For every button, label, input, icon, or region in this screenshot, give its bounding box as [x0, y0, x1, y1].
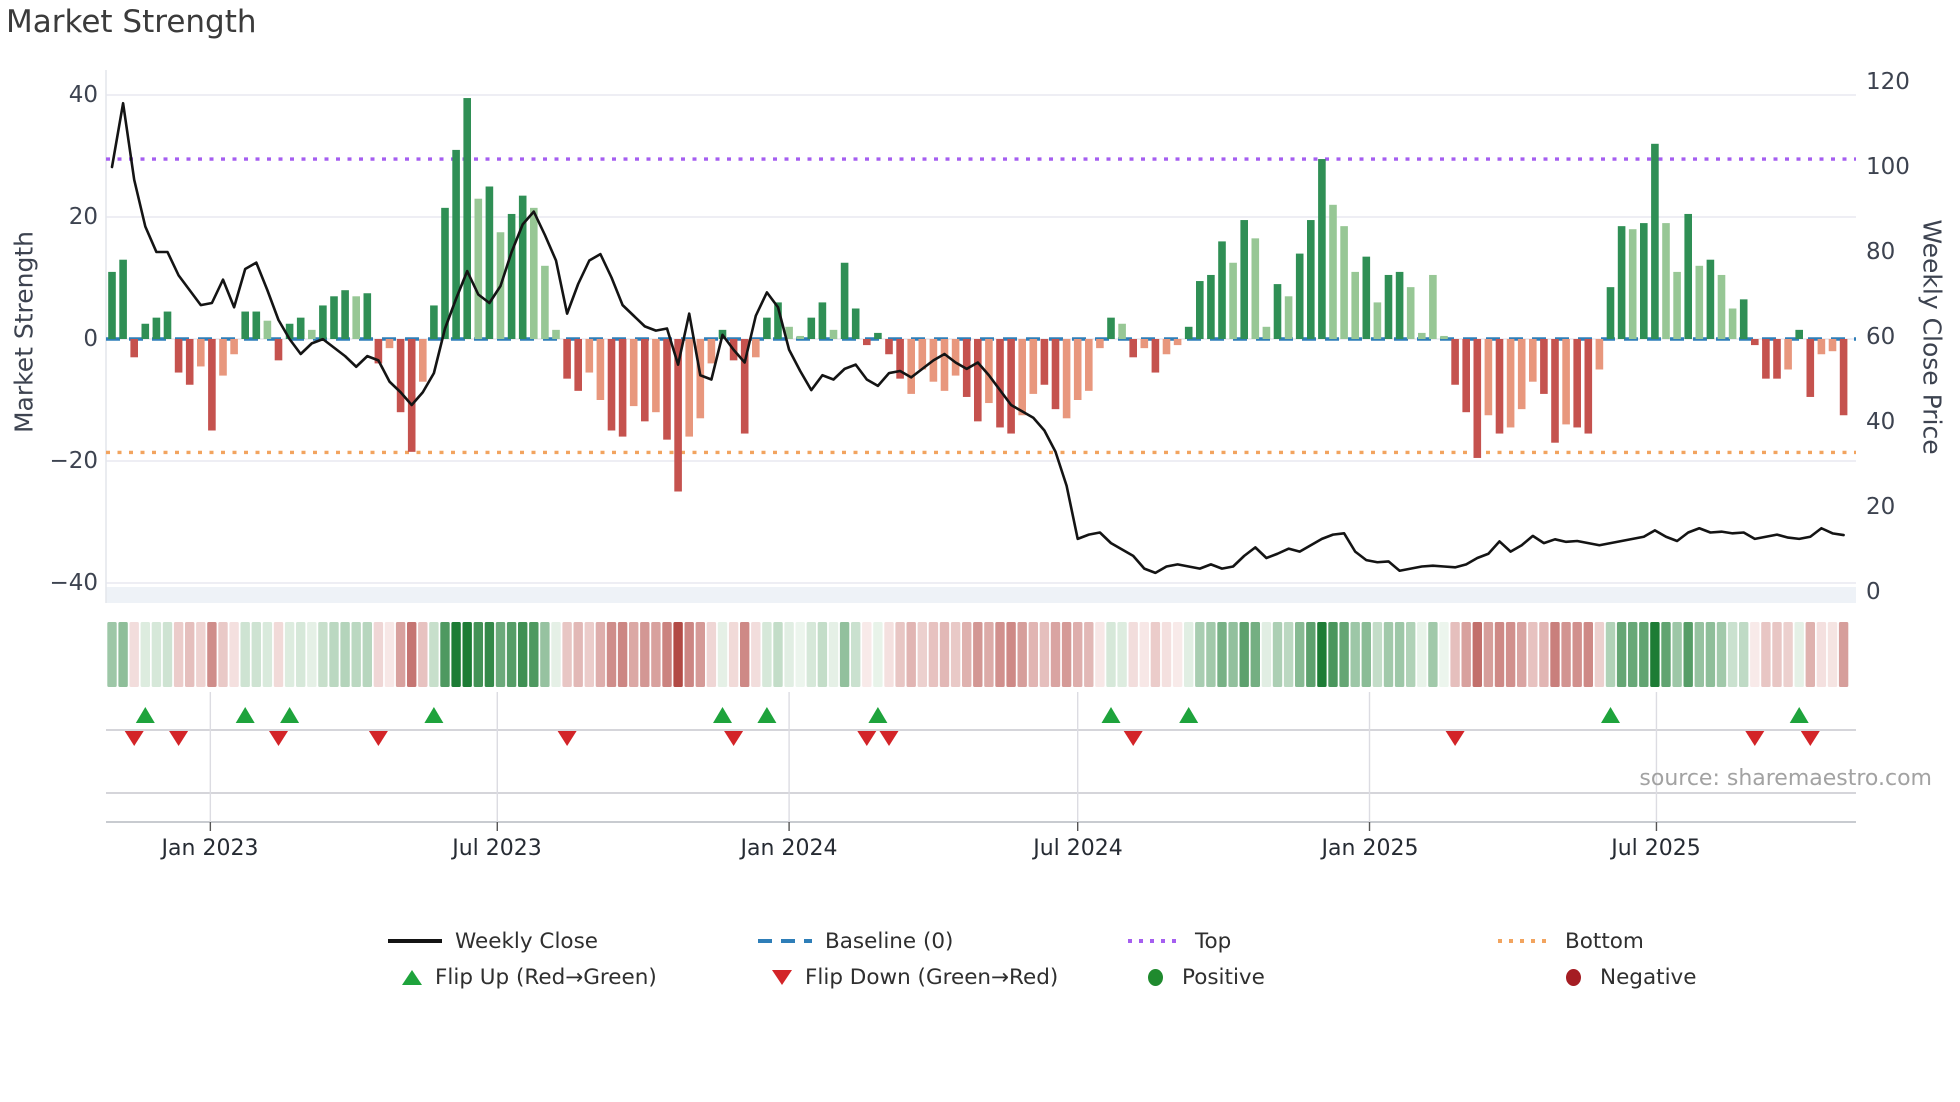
x-tick-jul-2023: Jul 2023 [452, 836, 542, 861]
legend-positive: Positive [1142, 964, 1265, 990]
baseline-dash-swatch [758, 939, 812, 943]
y-tick-left-m40: −40 [49, 570, 98, 596]
x-tick-jul-2025: Jul 2025 [1611, 836, 1701, 861]
source-credit: source: sharemaestro.com [1639, 766, 1932, 791]
x-tick-jan-2024: Jan 2024 [740, 836, 838, 861]
bottom-dotted-swatch [1498, 939, 1552, 943]
legend-label: Bottom [1565, 928, 1644, 954]
top-dotted-swatch [1128, 939, 1182, 943]
legend-label: Positive [1182, 964, 1265, 990]
y-tick-right-120: 120 [1866, 69, 1910, 95]
legend-negative: Negative [1560, 964, 1697, 990]
legend-label: Flip Down (Green→Red) [805, 964, 1059, 990]
weekly-close-line-swatch [388, 939, 442, 943]
y-tick-left-0: 0 [83, 326, 98, 352]
legend-top: Top [1128, 928, 1231, 954]
y-tick-left-20: 20 [68, 204, 98, 230]
y-tick-right-80: 80 [1866, 239, 1896, 265]
y-tick-left-40: 40 [68, 82, 98, 108]
flip-up-triangle-icon [402, 969, 422, 985]
positive-dot-icon [1148, 968, 1163, 986]
legend-label: Weekly Close [455, 928, 599, 954]
y-tick-right-40: 40 [1866, 409, 1896, 435]
legend-label: Flip Up (Red→Green) [435, 964, 657, 990]
page-title: Market Strength [6, 4, 257, 40]
legend-label: Baseline (0) [825, 928, 954, 954]
flip-down-triangle-icon [772, 969, 792, 985]
x-tick-jan-2025: Jan 2025 [1321, 836, 1419, 861]
legend-baseline: Baseline (0) [758, 928, 953, 954]
chart-canvas [105, 70, 1856, 831]
y-tick-right-60: 60 [1866, 324, 1896, 350]
legend-label: Top [1195, 928, 1232, 954]
y-tick-left-m20: −20 [49, 448, 98, 474]
legend-bottom: Bottom [1498, 928, 1644, 954]
legend-flip-down: Flip Down (Green→Red) [772, 964, 1058, 990]
chart-root: Market Strength Market Strength Weekly C… [0, 0, 1960, 1102]
x-tick-jul-2024: Jul 2024 [1033, 836, 1123, 861]
legend-label: Negative [1600, 964, 1697, 990]
x-tick-jan-2023: Jan 2023 [161, 836, 259, 861]
legend-flip-up: Flip Up (Red→Green) [402, 964, 657, 990]
negative-dot-icon [1566, 968, 1581, 986]
y-tick-right-0: 0 [1866, 579, 1881, 605]
legend-weekly-close: Weekly Close [388, 928, 598, 954]
y-tick-right-20: 20 [1866, 494, 1896, 520]
y-tick-right-100: 100 [1866, 154, 1910, 180]
